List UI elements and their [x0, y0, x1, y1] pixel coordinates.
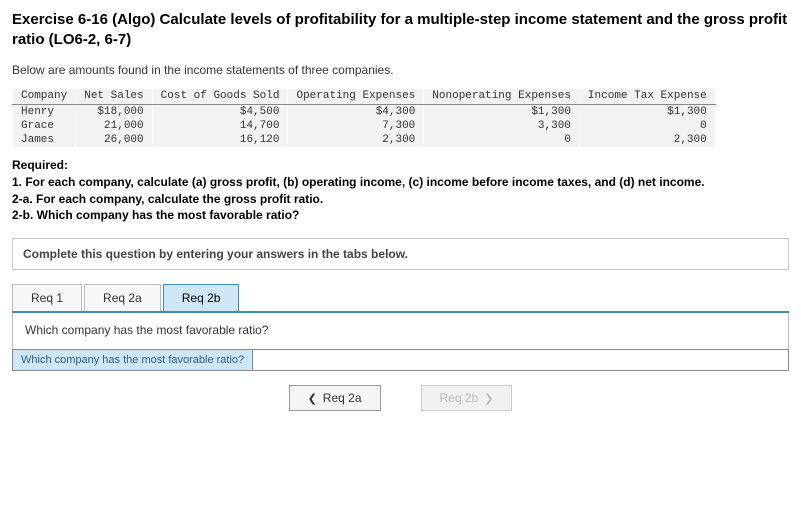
intro-text: Below are amounts found in the income st… — [12, 63, 789, 77]
cell: 0 — [579, 119, 715, 133]
answer-label: Which company has the most favorable rat… — [13, 350, 253, 370]
cell: 7,300 — [288, 119, 424, 133]
cell: $1,300 — [579, 105, 715, 120]
col-nonop: Nonoperating Expenses — [424, 89, 580, 105]
cell: Grace — [13, 119, 76, 133]
cell: $1,300 — [424, 105, 580, 120]
prev-button[interactable]: ❮ Req 2a — [289, 385, 381, 411]
answer-input[interactable] — [253, 350, 421, 370]
cell: 16,120 — [152, 133, 288, 147]
cell: 26,000 — [76, 133, 152, 147]
cell: 2,300 — [288, 133, 424, 147]
instruction-bar: Complete this question by entering your … — [12, 238, 789, 270]
cell: 3,300 — [424, 119, 580, 133]
required-line3: 2-b. Which company has the most favorabl… — [12, 208, 299, 222]
table-row: Henry $18,000 $4,500 $4,300 $1,300 $1,30… — [13, 105, 716, 120]
tab-strip: Req 1 Req 2a Req 2b — [12, 284, 789, 313]
required-line2: 2-a. For each company, calculate the gro… — [12, 192, 323, 206]
next-button[interactable]: Req 2b ❯ — [421, 385, 513, 411]
chevron-left-icon: ❮ — [308, 392, 317, 405]
cell: 2,300 — [579, 133, 715, 147]
cell: Henry — [13, 105, 76, 120]
col-net-sales: Net Sales — [76, 89, 152, 105]
income-table: Company Net Sales Cost of Goods Sold Ope… — [12, 89, 716, 147]
question-text: Which company has the most favorable rat… — [12, 313, 789, 349]
next-label: Req 2b — [440, 391, 479, 405]
tab-req2a[interactable]: Req 2a — [84, 284, 161, 311]
required-line1: 1. For each company, calculate (a) gross… — [12, 175, 705, 189]
col-op-exp: Operating Expenses — [288, 89, 424, 105]
nav-buttons: ❮ Req 2a Req 2b ❯ — [12, 385, 789, 411]
col-company: Company — [13, 89, 76, 105]
chevron-right-icon: ❯ — [484, 392, 493, 405]
exercise-title: Exercise 6-16 (Algo) Calculate levels of… — [12, 10, 789, 49]
required-heading: Required: — [12, 158, 68, 172]
table-row: Grace 21,000 14,700 7,300 3,300 0 — [13, 119, 716, 133]
cell: $18,000 — [76, 105, 152, 120]
required-block: Required: 1. For each company, calculate… — [12, 157, 789, 224]
prev-label: Req 2a — [323, 391, 362, 405]
cell: 0 — [424, 133, 580, 147]
col-cogs: Cost of Goods Sold — [152, 89, 288, 105]
cell: James — [13, 133, 76, 147]
cell: $4,500 — [152, 105, 288, 120]
cell: $4,300 — [288, 105, 424, 120]
tab-req1[interactable]: Req 1 — [12, 284, 82, 311]
cell: 14,700 — [152, 119, 288, 133]
table-row: James 26,000 16,120 2,300 0 2,300 — [13, 133, 716, 147]
col-tax: Income Tax Expense — [579, 89, 715, 105]
cell: 21,000 — [76, 119, 152, 133]
answer-row: Which company has the most favorable rat… — [12, 349, 789, 371]
tab-req2b[interactable]: Req 2b — [163, 284, 240, 311]
